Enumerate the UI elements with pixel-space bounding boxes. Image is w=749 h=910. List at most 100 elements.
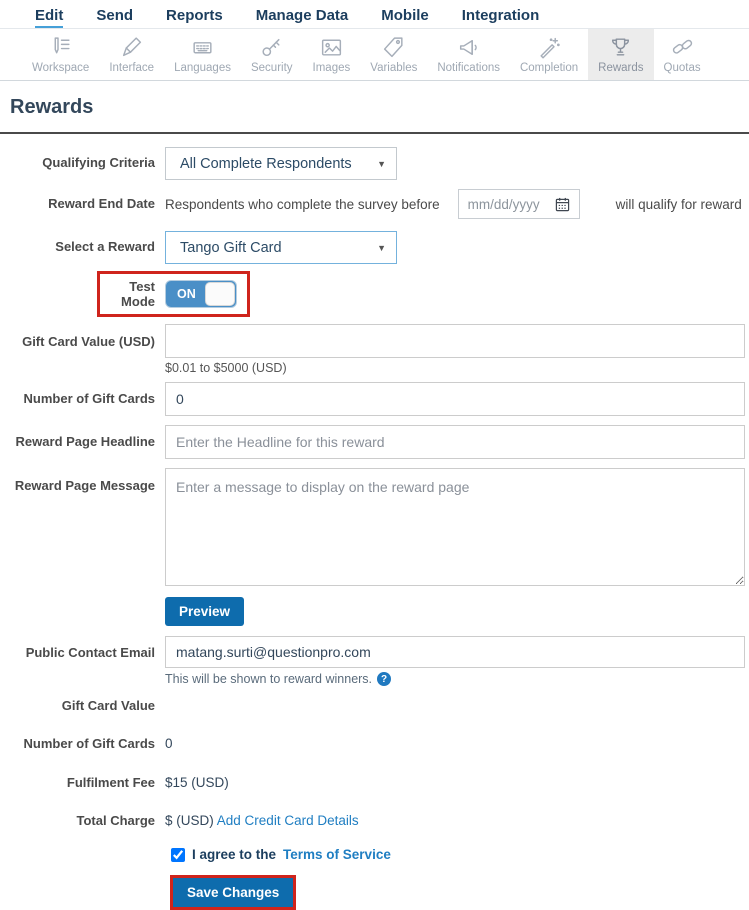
add-credit-card-link[interactable]: Add Credit Card Details (217, 813, 359, 828)
tab-interface[interactable]: Interface (99, 29, 164, 80)
tab-quotas[interactable]: Quotas (654, 29, 711, 80)
reward-end-date-label: Reward End Date (48, 195, 155, 211)
select-reward-value: Tango Gift Card (180, 239, 282, 256)
qualifying-criteria-row: Qualifying Criteria All Complete Respond… (0, 147, 745, 180)
public-contact-email-label: Public Contact Email (25, 645, 155, 660)
fulfilment-fee-value: $15 (USD) (165, 774, 229, 790)
test-mode-row: Test Mode ON (0, 271, 745, 317)
reward-page-headline-input[interactable] (165, 425, 745, 459)
tab-workspace[interactable]: Workspace (22, 29, 99, 80)
select-reward-select[interactable]: Tango Gift Card ▼ (165, 231, 397, 264)
tab-notifications[interactable]: Notifications (427, 29, 510, 80)
tab-images[interactable]: Images (303, 29, 361, 80)
summary-gift-card-value-label: Gift Card Value (61, 698, 155, 713)
tab-label: Security (250, 62, 293, 74)
agree-text: I agree to the (192, 847, 277, 862)
page-title: Rewards (10, 96, 94, 118)
tab-label: Completion (519, 62, 579, 74)
nav-mobile[interactable]: Mobile (381, 7, 429, 28)
total-charge-row: Total Charge $ (USD) Add Credit Card Det… (0, 813, 745, 829)
toggle-knob[interactable] (205, 282, 235, 306)
languages-icon (193, 42, 212, 54)
variables-icon (384, 37, 403, 58)
qualifying-criteria-label: Qualifying Criteria (42, 155, 155, 171)
tab-label: Variables (370, 62, 418, 74)
workspace-icon (54, 37, 70, 54)
title-divider (0, 132, 749, 134)
number-of-gift-cards-label: Number of Gift Cards (23, 390, 155, 406)
total-charge-value: $ (USD) (165, 812, 214, 828)
reward-end-date-suffix: will qualify for reward (615, 196, 742, 212)
toggle-state-text: ON (177, 287, 196, 301)
public-contact-email-input[interactable] (165, 636, 745, 668)
reward-page-headline-label: Reward Page Headline (15, 433, 155, 449)
tab-variables[interactable]: Variables (360, 29, 427, 80)
tab-label: Quotas (663, 62, 701, 74)
nav-integration[interactable]: Integration (462, 7, 540, 28)
chevron-down-icon: ▼ (377, 158, 386, 169)
fulfilment-fee-row: Fulfilment Fee $15 (USD) (0, 775, 745, 791)
gift-card-value-hint: $0.01 to $5000 (USD) (165, 361, 287, 375)
help-icon[interactable]: ? (377, 672, 392, 686)
nav-send[interactable]: Send (96, 7, 133, 28)
tab-security[interactable]: Security (241, 29, 303, 80)
tab-label: Interface (109, 62, 155, 74)
tab-label: Images (312, 62, 351, 74)
completion-icon (540, 37, 560, 59)
tab-label: Notifications (437, 62, 500, 74)
summary-number-of-gift-cards-label: Number of Gift Cards (23, 736, 155, 752)
images-icon (321, 39, 341, 56)
save-row: Save Changes (170, 875, 745, 910)
tab-rewards[interactable]: Rewards (588, 29, 654, 80)
interface-icon (123, 37, 142, 57)
settings-toolbar: Workspace Interface Languages Security I… (0, 29, 749, 81)
test-mode-label: Test Mode (121, 279, 155, 309)
security-icon (262, 38, 280, 57)
tab-languages[interactable]: Languages (164, 29, 241, 80)
total-charge-label: Total Charge (76, 812, 156, 828)
chevron-down-icon: ▼ (377, 242, 386, 253)
reward-page-headline-row: Reward Page Headline (0, 425, 745, 459)
tab-label: Languages (174, 62, 231, 74)
notifications-icon (460, 40, 477, 55)
reward-end-date-row: Reward End Date Respondents who complete… (0, 189, 745, 219)
save-changes-button[interactable]: Save Changes (173, 878, 294, 907)
rewards-icon (612, 38, 630, 56)
quotas-icon (672, 39, 692, 54)
tab-label: Rewards (598, 62, 644, 74)
save-highlight-box: Save Changes (170, 875, 297, 910)
tab-completion[interactable]: Completion (510, 29, 588, 80)
summary-gift-card-value-row: Gift Card Value (0, 698, 745, 714)
gift-card-value-label: Gift Card Value (USD) (22, 334, 155, 349)
nav-reports[interactable]: Reports (166, 7, 223, 28)
reward-page-message-row: Reward Page Message (0, 468, 745, 591)
preview-row: Preview (0, 597, 745, 626)
terms-checkbox[interactable] (171, 847, 185, 862)
qualifying-criteria-select[interactable]: All Complete Respondents ▼ (165, 147, 397, 180)
gift-card-value-row: Gift Card Value (USD) $0.01 to $5000 (US… (0, 324, 745, 375)
select-reward-label: Select a Reward (55, 239, 155, 255)
gift-card-value-input[interactable] (165, 324, 745, 358)
reward-page-message-label: Reward Page Message (14, 478, 155, 493)
terms-of-service-link[interactable]: Terms of Service (283, 847, 391, 862)
nav-manage-data[interactable]: Manage Data (256, 7, 349, 28)
reward-end-date-input[interactable]: mm/dd/yyyy (457, 189, 580, 219)
select-reward-row: Select a Reward Tango Gift Card ▼ (0, 231, 745, 264)
test-mode-highlight-box: Test Mode ON (97, 271, 250, 317)
number-of-gift-cards-row: Number of Gift Cards (0, 382, 745, 416)
number-of-gift-cards-input[interactable] (165, 382, 745, 416)
preview-button[interactable]: Preview (165, 597, 245, 626)
qualifying-criteria-value: All Complete Respondents (180, 155, 352, 172)
reward-end-date-prefix: Respondents who complete the survey befo… (165, 196, 440, 212)
reward-page-message-textarea[interactable] (165, 468, 745, 586)
agree-row: I agree to the Terms of Service (171, 847, 745, 862)
public-contact-email-row: Public Contact Email This will be shown … (0, 636, 745, 686)
rewards-form: Qualifying Criteria All Complete Respond… (0, 147, 749, 910)
date-placeholder: mm/dd/yyyy (467, 196, 540, 212)
test-mode-toggle[interactable]: ON (165, 280, 237, 308)
calendar-icon[interactable] (555, 197, 570, 212)
nav-edit[interactable]: Edit (35, 7, 64, 28)
public-contact-email-hint: This will be shown to reward winners. (165, 672, 373, 686)
top-nav: Edit Send Reports Manage Data Mobile Int… (0, 0, 749, 29)
summary-number-of-gift-cards: 0 (165, 736, 173, 752)
